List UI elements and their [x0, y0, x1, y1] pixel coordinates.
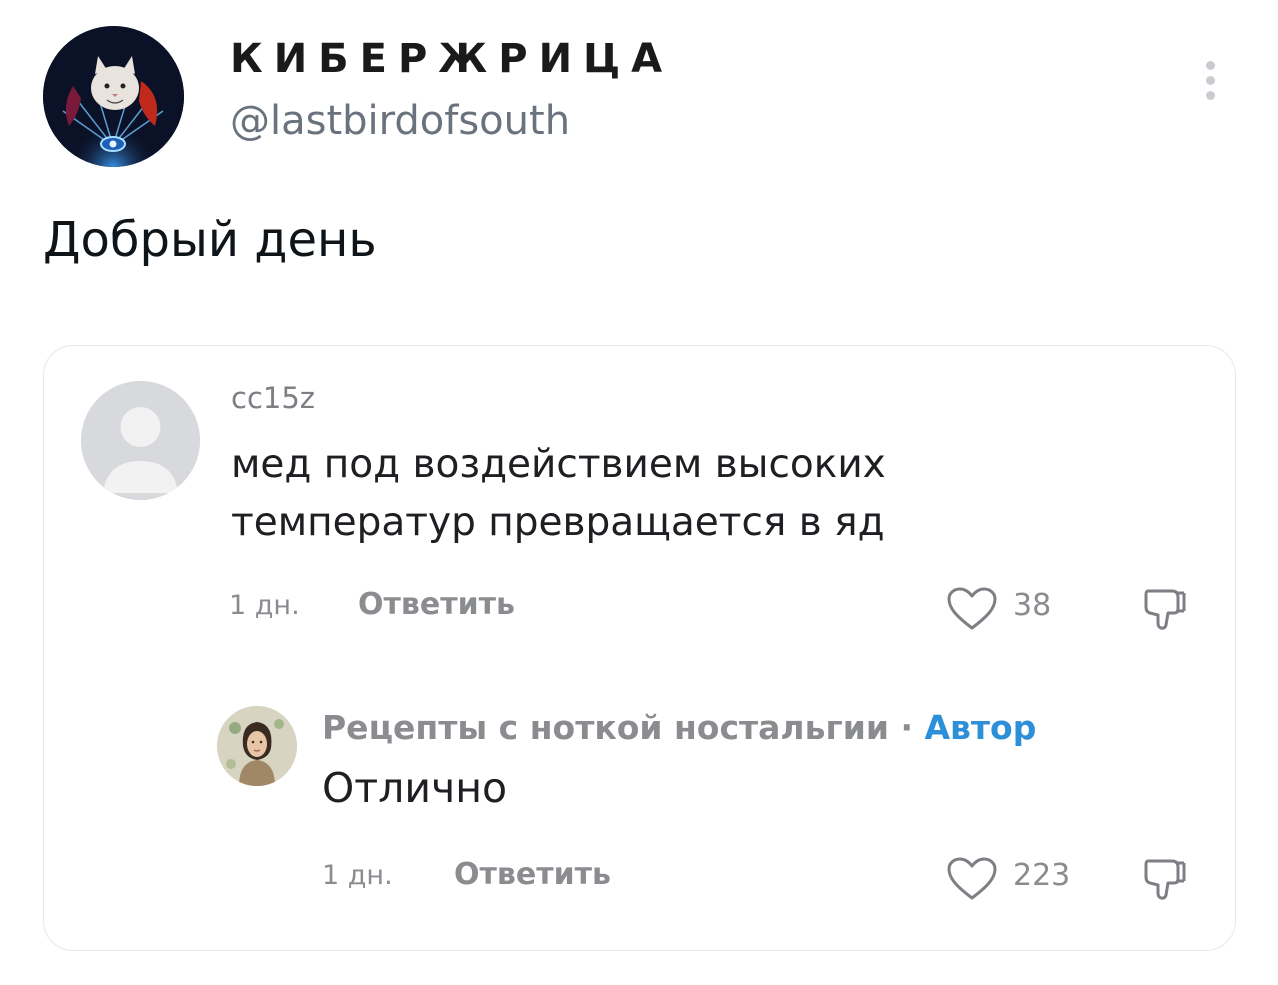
woman-portrait-avatar-icon [217, 706, 297, 786]
more-vertical-icon-dot [1205, 76, 1215, 85]
comment-timestamp: 1 дн. [322, 860, 393, 891]
more-vertical-icon-dot [1205, 91, 1215, 100]
comment-avatar[interactable] [217, 706, 297, 786]
cat-avatar-icon [43, 26, 184, 167]
comment-username[interactable]: cc15z [231, 381, 315, 415]
username-separator: · [888, 708, 925, 747]
comment-reply-button[interactable]: Ответить [454, 857, 611, 892]
comment-text: мед под воздействием высоких температур … [231, 442, 886, 545]
comment-username-line[interactable]: Рецепты с ноткой ностальгии · Автор [322, 708, 1036, 747]
comment-timestamp: 1 дн. [229, 590, 300, 621]
more-vertical-icon-dot [1205, 61, 1215, 70]
tweet-author-handle[interactable]: @lastbirdofsouth [230, 98, 570, 144]
more-options-button[interactable] [1196, 56, 1224, 108]
comment-reply-button[interactable]: Ответить [358, 587, 515, 622]
thumbs-down-icon[interactable] [1140, 853, 1190, 903]
thumbs-down-icon[interactable] [1140, 583, 1190, 633]
heart-icon[interactable] [946, 586, 998, 632]
comment-text: Отлично [322, 764, 508, 812]
tweet-text: Добрый день [43, 212, 377, 268]
comment-like-count: 38 [1013, 588, 1052, 623]
author-badge: Автор [924, 708, 1037, 747]
tweet-author-avatar[interactable] [43, 26, 184, 167]
comment-like-count: 223 [1013, 858, 1071, 893]
comment-username[interactable]: Рецепты с ноткой ностальгии [322, 708, 889, 747]
comment-avatar[interactable] [81, 381, 200, 500]
default-user-avatar-icon [81, 381, 200, 500]
tweet-author-display-name[interactable]: КИБЕРЖРИЦА [230, 36, 673, 82]
heart-icon[interactable] [946, 856, 998, 902]
